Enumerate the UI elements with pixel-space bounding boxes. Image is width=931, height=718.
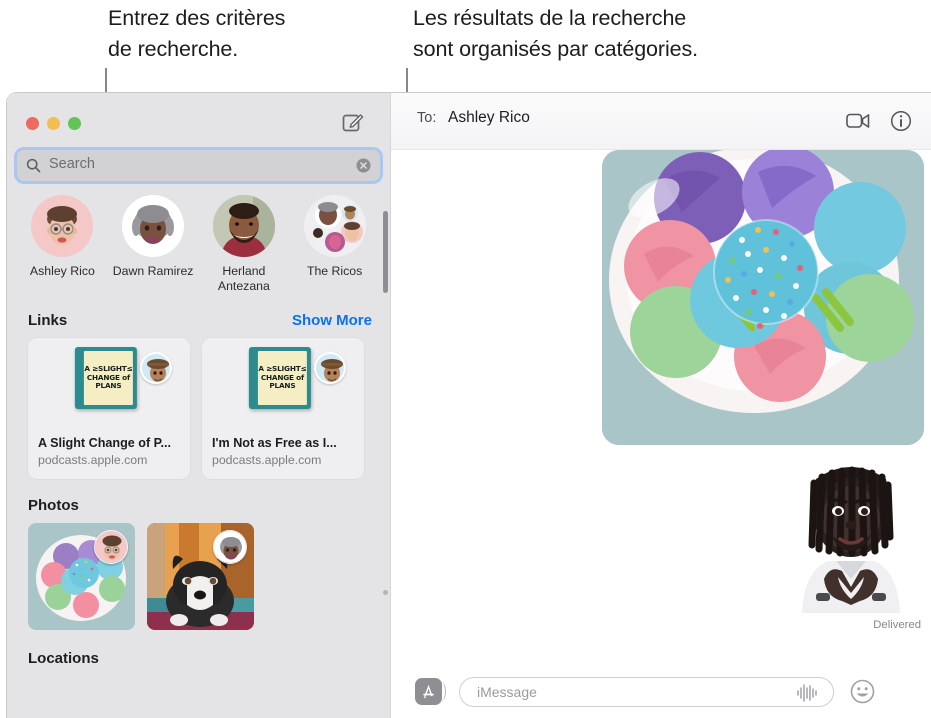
composer-toolbar: iMessage — [391, 664, 931, 718]
minimize-button[interactable] — [47, 117, 60, 130]
sender-avatar — [140, 352, 172, 384]
link-title: I'm Not as Free as I... — [212, 436, 337, 450]
links-row: A ≥SLIGHT≤ CHANGE of PLANS A Slight Chan… — [7, 338, 390, 479]
traffic-lights — [26, 117, 81, 130]
search-placeholder: Search — [49, 156, 95, 172]
to-label: To: — [417, 110, 437, 126]
sender-avatar — [213, 530, 247, 564]
link-meta: I'm Not as Free as I... podcasts.apple.c… — [202, 428, 364, 479]
link-meta: A Slight Change of P... podcasts.apple.c… — [28, 428, 190, 479]
contact-name: Dawn Ramirez — [112, 264, 194, 278]
sender-avatar — [314, 352, 346, 384]
message-sticker-memoji[interactable] — [786, 453, 916, 613]
avatar — [122, 195, 185, 257]
message-list: Delivered — [391, 150, 931, 664]
imessage-input[interactable]: iMessage — [459, 676, 834, 707]
artwork-line-3: PLANS — [95, 381, 122, 391]
delivery-status: Delivered — [873, 619, 921, 631]
section-title: Locations — [28, 650, 99, 667]
screenshot-stage: Entrez des critères de recherche. Les ré… — [0, 0, 931, 718]
callout-text-left: Entrez des critères de recherche. — [108, 6, 286, 61]
contact-item-dawn-ramirez[interactable]: Dawn Ramirez — [108, 195, 199, 294]
smiley-icon[interactable] — [850, 679, 875, 704]
search-input[interactable]: Search — [17, 150, 380, 181]
link-host: podcasts.apple.com — [212, 453, 322, 467]
close-button[interactable] — [26, 117, 39, 130]
compose-icon[interactable] — [342, 112, 364, 134]
app-store-icon[interactable] — [415, 678, 446, 705]
contact-name: The Ricos — [306, 264, 363, 278]
sender-avatar — [94, 530, 128, 564]
contact-name: Ashley Rico — [29, 264, 95, 278]
link-title: A Slight Change of P... — [38, 436, 171, 450]
conversation-pane: To: Ashley Rico Delivered iMessage — [390, 93, 931, 718]
contact-name: Herland Antezana — [217, 264, 270, 293]
sidebar-titlebar — [7, 93, 390, 150]
search-icon — [26, 158, 41, 173]
show-more-link[interactable]: Show More — [292, 312, 372, 329]
artwork-line-3: PLANS — [269, 381, 296, 391]
contacts-row: Ashley Rico Dawn Ramirez Herland Antezan… — [7, 181, 390, 294]
podcast-artwork: A ≥SLIGHT≤ CHANGE of PLANS — [248, 347, 311, 409]
messages-window: Search Ashley Rico Dawn Ramirez Herland … — [6, 92, 931, 718]
photos-section-header: Photos — [7, 479, 390, 523]
video-camera-icon[interactable] — [846, 110, 870, 132]
section-title: Photos — [28, 497, 79, 514]
sidebar-scrollbar[interactable] — [383, 211, 388, 293]
photo-item-macarons[interactable] — [28, 523, 135, 630]
avatar — [303, 195, 366, 257]
recipient-name[interactable]: Ashley Rico — [448, 109, 530, 127]
search-wrapper: Search — [7, 150, 390, 181]
avatar — [212, 195, 275, 257]
message-bubble-photo[interactable] — [602, 150, 924, 445]
section-title: Links — [28, 312, 68, 329]
podcast-artwork: A ≥SLIGHT≤ CHANGE of PLANS — [74, 347, 137, 409]
clear-icon[interactable] — [356, 158, 371, 173]
links-section-header: Links Show More — [7, 294, 390, 338]
podcast-artwork-note: A ≥SLIGHT≤ CHANGE of PLANS — [83, 351, 133, 405]
avatar — [31, 195, 94, 257]
callout-text-right: Les résultats de la recherche sont organ… — [413, 6, 699, 61]
contact-item-the-ricos[interactable]: The Ricos — [289, 195, 380, 294]
imessage-placeholder: iMessage — [477, 683, 537, 700]
contact-item-ashley-rico[interactable]: Ashley Rico — [17, 195, 108, 294]
conversation-header: To: Ashley Rico — [391, 93, 931, 150]
audio-waveform-icon[interactable] — [796, 683, 817, 702]
photo-item-dog[interactable] — [147, 523, 254, 630]
podcast-artwork-note: A ≥SLIGHT≤ CHANGE of PLANS — [257, 351, 307, 405]
link-card[interactable]: A ≥SLIGHT≤ CHANGE of PLANS — [28, 338, 190, 479]
link-card[interactable]: A ≥SLIGHT≤ CHANGE of PLANS — [202, 338, 364, 479]
info-icon[interactable] — [890, 110, 912, 132]
link-thumbnail: A ≥SLIGHT≤ CHANGE of PLANS — [202, 338, 364, 428]
photos-row — [7, 523, 390, 630]
sidebar-scrollbar-lower[interactable] — [383, 590, 388, 595]
link-thumbnail: A ≥SLIGHT≤ CHANGE of PLANS — [28, 338, 190, 428]
zoom-button[interactable] — [68, 117, 81, 130]
locations-section-header: Locations — [7, 630, 390, 676]
contact-item-herland-antezana[interactable]: Herland Antezana — [199, 195, 290, 294]
sidebar: Search Ashley Rico Dawn Ramirez Herland … — [7, 93, 390, 718]
link-host: podcasts.apple.com — [38, 453, 148, 467]
